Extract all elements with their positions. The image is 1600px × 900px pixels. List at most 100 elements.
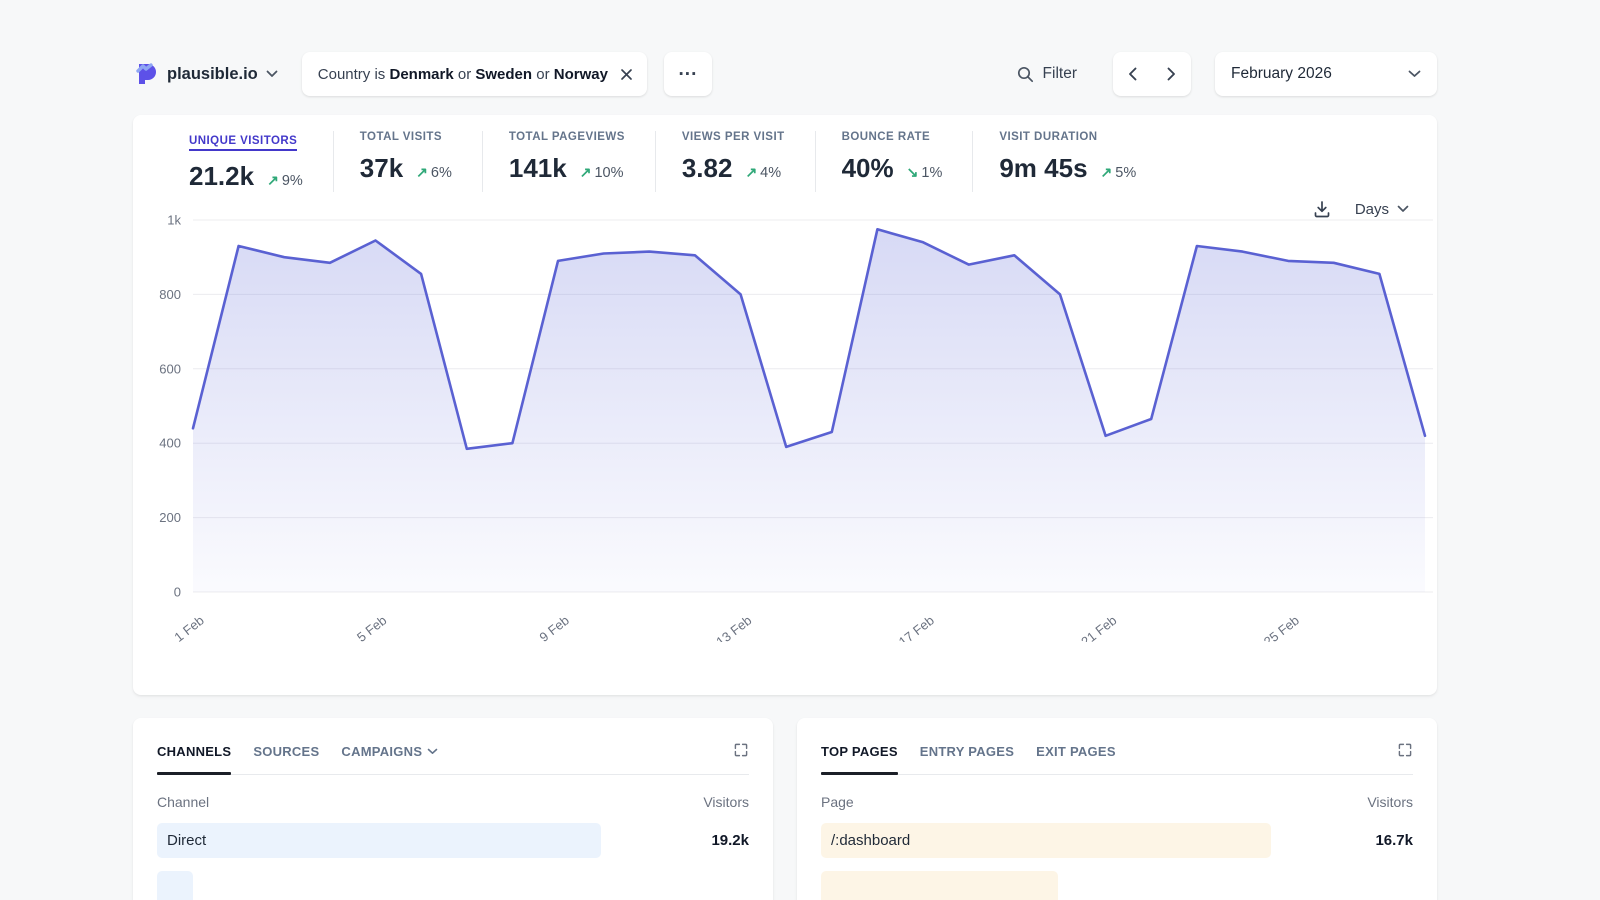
- column-key-header: Page: [821, 794, 854, 810]
- chevron-down-icon: [1397, 205, 1409, 213]
- filter-search-button[interactable]: Filter: [1017, 65, 1077, 83]
- metric-value: 9m 45s: [999, 153, 1087, 184]
- metric-value: 3.82: [682, 153, 733, 184]
- interval-selector[interactable]: Days: [1355, 201, 1409, 218]
- topbar: plausible.io Country is Denmark or Swede…: [133, 52, 1437, 96]
- svg-text:800: 800: [159, 287, 181, 302]
- arrow-up-right-icon: ↗: [416, 164, 428, 181]
- chart-toolbar: Days: [1313, 200, 1409, 218]
- filter-chip[interactable]: Country is Denmark or Sweden or Norway: [302, 52, 647, 96]
- arrow-up-right-icon: ↗: [745, 164, 757, 181]
- tab-campaigns[interactable]: CAMPAIGNS: [341, 740, 438, 774]
- pages-card: TOP PAGES ENTRY PAGES EXIT PAGES Page Visito…: [797, 718, 1437, 900]
- metric-total-pageviews[interactable]: TOTAL PAGEVIEWS 141k ↗10%: [482, 131, 655, 192]
- more-filters-button[interactable]: ...: [664, 52, 712, 96]
- row-value: 16.7k: [1375, 823, 1413, 858]
- expand-icon[interactable]: [1397, 740, 1413, 761]
- visitors-chart[interactable]: 02004006008001k1 Feb5 Feb9 Feb13 Feb17 F…: [147, 214, 1437, 647]
- tab-entry-pages[interactable]: ENTRY PAGES: [920, 740, 1014, 774]
- breakdown-rows: /:dashboard 16.7k: [821, 823, 1413, 900]
- column-value-header: Visitors: [1367, 794, 1413, 810]
- filter-chip-text: Country is Denmark or Sweden or Norway: [318, 66, 608, 83]
- svg-text:25 Feb: 25 Feb: [1261, 613, 1302, 642]
- metric-delta: ↗4%: [745, 164, 781, 181]
- column-key-header: Channel: [157, 794, 209, 810]
- card-tabs: TOP PAGES ENTRY PAGES EXIT PAGES: [821, 740, 1116, 774]
- metric-value: 40%: [842, 153, 894, 184]
- filter-search-label: Filter: [1043, 65, 1077, 83]
- row-bar: [821, 871, 1058, 900]
- prev-period-button[interactable]: [1122, 61, 1143, 87]
- column-value-header: Visitors: [703, 794, 749, 810]
- metric-label: TOTAL VISITS: [360, 131, 452, 143]
- row-label[interactable]: Direct: [157, 832, 206, 849]
- list-item[interactable]: /:dashboard 16.7k: [821, 823, 1413, 858]
- metric-visit-duration[interactable]: VISIT DURATION9m 45s↗5%: [972, 131, 1166, 192]
- site-switcher[interactable]: plausible.io: [133, 61, 278, 87]
- metric-label: VIEWS PER VISIT: [682, 131, 785, 143]
- svg-text:600: 600: [159, 361, 181, 376]
- metric-views-per-visit[interactable]: VIEWS PER VISIT 3.82 ↗4%: [655, 131, 815, 192]
- column-headers: Page Visitors: [821, 794, 1413, 810]
- date-range-label: February 2026: [1231, 65, 1332, 83]
- arrow-up-right-icon: ↗: [1101, 164, 1113, 181]
- row-label[interactable]: [821, 880, 831, 897]
- expand-icon[interactable]: [733, 740, 749, 761]
- metric-label: VISIT DURATION: [999, 131, 1136, 143]
- metric-unique-visitors[interactable]: UNIQUE VISITORS 21.2k ↗9%: [163, 131, 333, 192]
- card-tabs: CHANNELS SOURCES CAMPAIGNS: [157, 740, 438, 774]
- svg-text:1k: 1k: [167, 214, 181, 228]
- chevron-down-icon: [427, 748, 438, 755]
- breakdown-row: CHANNELS SOURCES CAMPAIGNS Channel Visitors D…: [133, 718, 1437, 900]
- row-bar: [157, 823, 601, 858]
- row-value: 19.2k: [711, 823, 749, 858]
- svg-text:1 Feb: 1 Feb: [171, 613, 206, 642]
- svg-text:200: 200: [159, 510, 181, 525]
- list-item[interactable]: Direct 19.2k: [157, 823, 749, 858]
- arrow-down-right-icon: ↘: [907, 164, 919, 181]
- metric-label: TOTAL PAGEVIEWS: [509, 131, 625, 143]
- card-header: TOP PAGES ENTRY PAGES EXIT PAGES: [821, 740, 1413, 775]
- period-nav: [1113, 52, 1191, 96]
- metric-total-visits[interactable]: TOTAL VISITS 37k ↗6%: [333, 131, 482, 192]
- arrow-up-right-icon: ↗: [580, 164, 592, 181]
- list-item-partial[interactable]: [157, 871, 749, 900]
- svg-text:0: 0: [174, 585, 181, 600]
- tab-channels[interactable]: CHANNELS: [157, 740, 231, 774]
- stats-row: UNIQUE VISITORS 21.2k ↗9% TOTAL VISITS 37k ↗6…: [133, 131, 1437, 192]
- metric-label: UNIQUE VISITORS: [189, 135, 297, 151]
- plausible-logo-icon: [133, 61, 159, 87]
- metric-value: 141k: [509, 153, 567, 184]
- tab-top-pages[interactable]: TOP PAGES: [821, 740, 898, 774]
- card-header: CHANNELS SOURCES CAMPAIGNS: [157, 740, 749, 775]
- chevron-down-icon: [1408, 70, 1421, 78]
- svg-text:9 Feb: 9 Feb: [536, 613, 571, 642]
- row-label[interactable]: [157, 880, 167, 897]
- tab-sources[interactable]: SOURCES: [253, 740, 319, 774]
- metric-value: 37k: [360, 153, 403, 184]
- metric-label: BOUNCE RATE: [842, 131, 943, 143]
- svg-text:400: 400: [159, 436, 181, 451]
- metric-bounce-rate[interactable]: BOUNCE RATE 40% ↘1%: [815, 131, 973, 192]
- chevron-down-icon: [266, 70, 278, 78]
- interval-label: Days: [1355, 201, 1389, 218]
- svg-text:21 Feb: 21 Feb: [1078, 613, 1119, 642]
- breakdown-rows: Direct 19.2k: [157, 823, 749, 900]
- next-period-button[interactable]: [1161, 61, 1182, 87]
- metric-delta: ↘1%: [907, 164, 943, 181]
- tab-exit-pages[interactable]: EXIT PAGES: [1036, 740, 1116, 774]
- metric-delta: ↗10%: [580, 164, 624, 181]
- row-label[interactable]: /:dashboard: [821, 832, 910, 849]
- date-range-picker[interactable]: February 2026: [1215, 52, 1437, 96]
- metric-delta: ↗6%: [416, 164, 452, 181]
- svg-text:5 Feb: 5 Feb: [354, 613, 389, 642]
- metric-value: 21.2k: [189, 161, 254, 192]
- metric-delta: ↗9%: [267, 172, 303, 189]
- svg-text:17 Feb: 17 Feb: [896, 613, 937, 642]
- list-item-partial[interactable]: [821, 871, 1413, 900]
- close-icon[interactable]: [620, 68, 633, 81]
- channels-card: CHANNELS SOURCES CAMPAIGNS Channel Visitors D…: [133, 718, 773, 900]
- arrow-up-right-icon: ↗: [267, 172, 279, 189]
- download-icon[interactable]: [1313, 200, 1331, 218]
- site-name: plausible.io: [167, 65, 258, 84]
